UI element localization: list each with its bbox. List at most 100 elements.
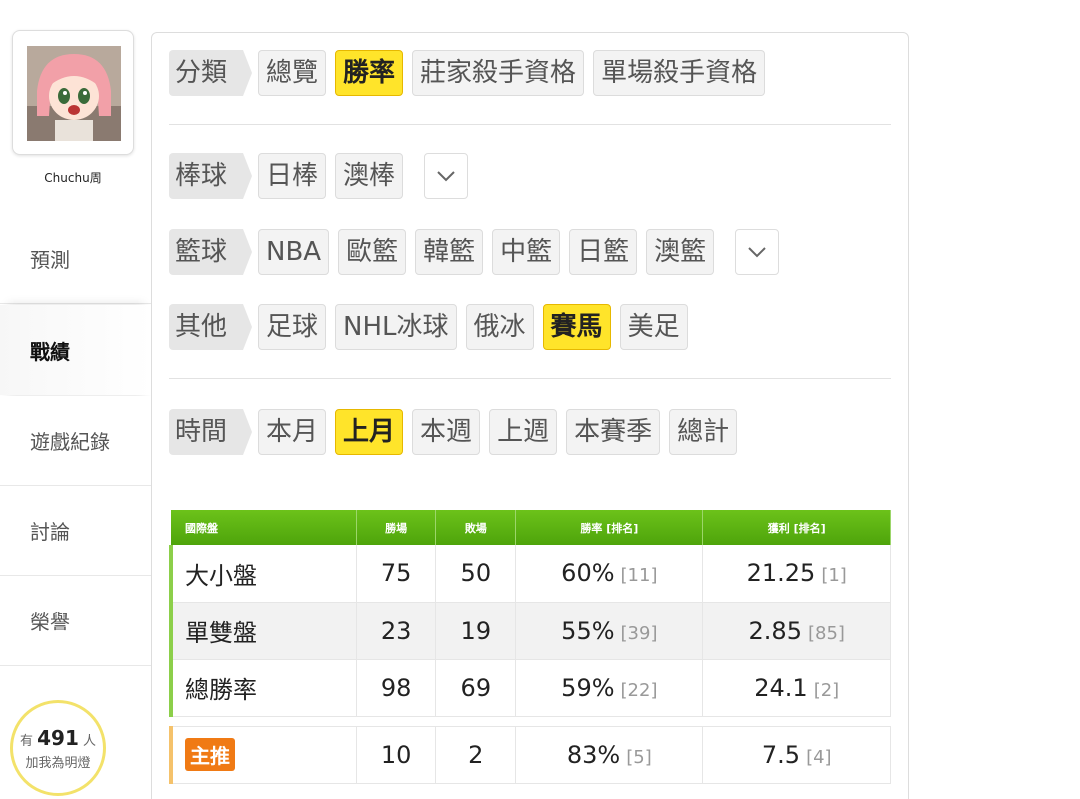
chip-korea-basketball[interactable]: 韓籃 [415, 229, 484, 275]
chip-this-month[interactable]: 本月 [258, 409, 327, 455]
filter-row-basketball: 籃球 NBA 歐籃 韓籃 中籃 日籃 澳籃 [169, 229, 780, 275]
baseball-more-dropdown[interactable] [424, 153, 469, 199]
chip-total[interactable]: 總計 [669, 409, 738, 455]
chip-nba[interactable]: NBA [258, 229, 330, 275]
filter-row-other: 其他 足球 NHL冰球 俄冰 賽馬 美足 [169, 304, 688, 350]
chevron-down-icon [437, 171, 455, 182]
table-header: 國際盤 勝場 敗場 勝率 [排名] 獲利 [排名] [171, 510, 891, 545]
row-profit: 24.1 [754, 673, 808, 702]
row-winrate: 59% [561, 673, 615, 702]
col-header-market: 國際盤 [171, 510, 357, 545]
chip-overview[interactable]: 總覽 [258, 50, 327, 96]
avatar-card[interactable] [12, 30, 134, 155]
col-header-winrate: 勝率 [排名] [515, 510, 704, 545]
col-header-wins: 勝場 [356, 510, 437, 545]
fans-suffix: 人 [83, 734, 97, 749]
chip-nhl[interactable]: NHL冰球 [335, 304, 457, 350]
fans-cta: 加我為明燈 [25, 756, 91, 771]
chip-winrate[interactable]: 勝率 [335, 50, 404, 96]
col-header-losses: 敗場 [435, 510, 517, 545]
table-row: 大小盤 75 50 60% [11] 21.25 [1] [168, 545, 891, 603]
row-profit: 7.5 [761, 740, 801, 769]
row-wins: 98 [356, 659, 437, 717]
row-profit-cell: 2.85 [85] [702, 602, 891, 660]
table-row-main-pick: 主推 10 2 83% [5] 7.5 [4] [168, 725, 891, 784]
row-winrate: 55% [561, 616, 615, 645]
chip-soccer[interactable]: 足球 [258, 304, 327, 350]
row-losses: 69 [435, 659, 517, 717]
nav-item-record[interactable]: 戰績 [0, 305, 152, 395]
filter-label-time: 時間 [169, 409, 253, 455]
row-winrate-rank: [5] [626, 746, 652, 768]
row-profit: 2.85 [748, 616, 802, 645]
stats-table: 國際盤 勝場 敗場 勝率 [排名] 獲利 [排名] 大小盤 75 50 60%[… [168, 510, 891, 784]
table-row: 總勝率 98 69 59% [22] 24.1 [2] [168, 659, 891, 717]
chip-this-season[interactable]: 本賽季 [566, 409, 661, 455]
row-name: 總勝率 [168, 659, 357, 717]
filter-row-time: 時間 本月 上月 本週 上週 本賽季 總計 [169, 409, 738, 455]
chip-banker-killer[interactable]: 莊家殺手資格 [412, 50, 585, 96]
row-name-cell: 主推 [168, 725, 357, 784]
row-profit-rank: [2] [813, 679, 840, 701]
chip-aus-basketball[interactable]: 澳籃 [646, 229, 715, 275]
row-losses: 19 [435, 602, 517, 660]
chip-npb[interactable]: 日棒 [258, 153, 327, 199]
nav-item-honor[interactable]: 榮譽 [0, 576, 152, 666]
row-profit-rank: [4] [806, 746, 832, 768]
chip-this-week[interactable]: 本週 [412, 409, 481, 455]
chip-china-basketball[interactable]: 中籃 [492, 229, 561, 275]
avatar[interactable] [27, 46, 121, 141]
row-winrate-cell: 83% [5] [515, 725, 704, 784]
col-header-profit: 獲利 [排名] [702, 510, 891, 545]
chip-euro-basketball[interactable]: 歐籃 [338, 229, 407, 275]
fans-prefix: 有 [19, 734, 33, 749]
chip-japan-basketball[interactable]: 日籃 [569, 229, 638, 275]
row-losses: 50 [435, 545, 517, 603]
filter-row-category: 分類 總覽 勝率 莊家殺手資格 單場殺手資格 [169, 50, 766, 96]
row-losses: 2 [435, 725, 517, 784]
row-profit-rank: [1] [821, 565, 847, 587]
row-profit-cell: 7.5 [4] [702, 725, 891, 784]
chip-abl[interactable]: 澳棒 [335, 153, 404, 199]
row-winrate-rank: [11] [620, 565, 658, 587]
row-winrate-rank: [39] [620, 622, 658, 644]
row-winrate-rank: [22] [620, 679, 658, 701]
row-profit: 21.25 [746, 559, 816, 588]
record-panel: 分類 總覽 勝率 莊家殺手資格 單場殺手資格 棒球 日棒 澳棒 籃球 NBA 歐… [151, 32, 909, 799]
chip-last-week[interactable]: 上週 [489, 409, 558, 455]
sidebar: Chuchu周 預測 戰績 遊戲紀錄 討論 榮譽 有 491 人 加我為明燈 [0, 0, 152, 799]
chip-horse-racing[interactable]: 賽馬 [542, 304, 611, 350]
filter-label-baseball: 棒球 [169, 153, 253, 199]
divider [169, 124, 891, 125]
row-winrate-cell: 60% [11] [515, 545, 704, 603]
row-winrate: 60% [561, 559, 615, 588]
row-winrate-cell: 59% [22] [515, 659, 704, 717]
filter-label-other: 其他 [169, 304, 253, 350]
row-wins: 23 [356, 602, 437, 660]
row-winrate: 83% [566, 740, 621, 769]
fans-count: 491 [37, 726, 79, 750]
filter-label-basketball: 籃球 [169, 229, 253, 275]
nav-item-discussion[interactable]: 討論 [0, 486, 152, 576]
main-pick-badge: 主推 [185, 738, 235, 771]
username[interactable]: Chuchu周 [12, 169, 134, 186]
chip-single-killer[interactable]: 單場殺手資格 [593, 50, 766, 96]
nav-item-game-log[interactable]: 遊戲紀錄 [0, 396, 152, 486]
row-profit-rank: [85] [807, 622, 845, 644]
fans-badge[interactable]: 有 491 人 加我為明燈 [10, 700, 106, 796]
row-winrate-cell: 55% [39] [515, 602, 704, 660]
filter-label-category: 分類 [169, 50, 253, 96]
filter-row-baseball: 棒球 日棒 澳棒 [169, 153, 469, 199]
chip-khl[interactable]: 俄冰 [465, 304, 534, 350]
row-name: 大小盤 [168, 545, 357, 603]
row-spacer [171, 716, 891, 726]
nav-item-predict[interactable]: 預測 [0, 214, 152, 304]
basketball-more-dropdown[interactable] [735, 229, 780, 275]
fans-count-line: 有 491 人 [13, 726, 103, 750]
chip-last-month[interactable]: 上月 [335, 409, 404, 455]
chevron-down-icon [748, 247, 766, 258]
chip-american-football[interactable]: 美足 [619, 304, 688, 350]
row-name: 單雙盤 [168, 602, 357, 660]
row-wins: 10 [356, 725, 437, 784]
row-profit-cell: 24.1 [2] [702, 659, 891, 717]
